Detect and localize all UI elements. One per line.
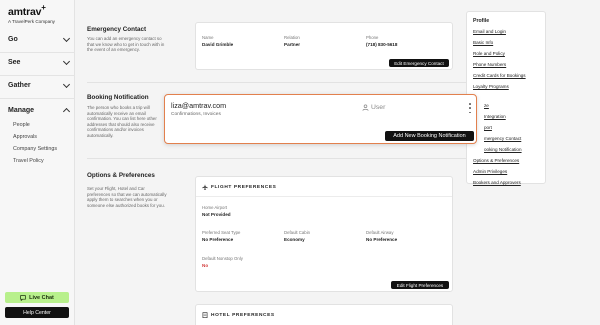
notification-role: User <box>362 104 385 111</box>
profile-nav-role-policy[interactable]: Role and Policy <box>473 51 505 56</box>
profile-nav-options-preferences[interactable]: Options & Preferences <box>473 158 519 163</box>
profile-nav-loyalty-programs[interactable]: Loyalty Programs <box>473 84 509 89</box>
logo-wordmark: amtrav <box>8 6 42 18</box>
nonstop-value: No <box>202 263 209 268</box>
logo-tagline: A TravelPerk Company <box>8 19 55 24</box>
sidebar-subitem-company-settings[interactable]: Company Settings <box>13 146 57 152</box>
emergency-contact-desc: You can add an emergency contact so that… <box>87 36 165 53</box>
sidebar-item-label: Go <box>8 36 18 43</box>
logo-plus: + <box>41 3 46 12</box>
hotel-icon <box>202 312 208 318</box>
seat-type-value: No Preference <box>202 237 234 242</box>
sidebar-item-gather[interactable]: Gather <box>0 73 75 99</box>
profile-nav-emergency-contact[interactable]: mergency Contact <box>484 136 521 141</box>
chevron-down-icon <box>62 34 71 42</box>
emergency-contact-title: Emergency Contact <box>87 26 147 33</box>
section-divider <box>87 82 467 83</box>
profile-nav-passports[interactable]: ze <box>484 103 489 108</box>
profile-nav-bookers-approvers[interactable]: Bookers and Approvers <box>473 180 521 185</box>
sidebar: amtrav+ A TravelPerk Company Go See Gath… <box>0 0 75 325</box>
add-booking-notification-button[interactable]: Add New Booking Notification <box>385 131 474 141</box>
role-label: User <box>371 104 386 111</box>
card-divider <box>196 196 452 197</box>
name-value: David Grimble <box>202 42 234 47</box>
booking-notification-title: Booking Notification <box>87 94 149 101</box>
emergency-contact-card: Name David Grimble Relation Partner Phon… <box>195 22 453 70</box>
phone-label: Phone <box>366 35 379 40</box>
sidebar-subitem-people[interactable]: People <box>13 122 30 128</box>
options-preferences-title: Options & Preferences <box>87 172 155 179</box>
seat-type-label: Preferred Seat Type <box>202 230 241 235</box>
amtrav-logo[interactable]: amtrav+ A TravelPerk Company <box>8 3 55 24</box>
profile-nav-credit-cards[interactable]: Credit Cards for Bookings <box>473 73 526 78</box>
sidebar-item-label: See <box>8 59 21 66</box>
help-center-button[interactable]: Help Center <box>5 307 69 318</box>
home-airport-value: Not Provided <box>202 212 231 217</box>
profile-nav-tsa[interactable]: port <box>484 125 492 130</box>
user-icon <box>362 104 369 111</box>
sidebar-item-manage[interactable]: Manage <box>0 97 75 123</box>
relation-label: Relation <box>284 35 300 40</box>
default-cabin-value: Economy <box>284 237 305 242</box>
booking-notification-card: liza@amtrav.com Confirmations, Invoices … <box>164 94 477 144</box>
profile-nav-basic-info[interactable]: Basic Info <box>473 40 493 45</box>
name-label: Name <box>202 35 214 40</box>
sidebar-item-label: Gather <box>8 82 31 89</box>
profile-main: Emergency Contact You can add an emergen… <box>76 0 467 325</box>
airplane-icon <box>202 184 208 190</box>
chevron-down-icon <box>62 80 71 88</box>
chevron-down-icon <box>62 57 71 65</box>
chat-icon <box>20 294 26 301</box>
live-chat-label: Live Chat <box>29 294 54 301</box>
sidebar-subitem-approvals[interactable]: Approvals <box>13 134 37 140</box>
home-airport-label: Home Airport <box>202 205 228 210</box>
profile-nav-booking-notification[interactable]: ooking Notification <box>484 147 522 152</box>
default-cabin-label: Default Cabin <box>284 230 311 235</box>
phone-value: (718) 830-5618 <box>366 42 398 47</box>
sidebar-subitem-travel-policy[interactable]: Travel Policy <box>13 158 44 164</box>
chevron-up-icon <box>62 107 71 115</box>
hotel-preferences-card: HOTEL PREFERENCES <box>195 304 453 325</box>
notification-types: Confirmations, Invoices <box>171 112 221 117</box>
sidebar-item-label: Manage <box>8 106 35 114</box>
flight-preferences-header: FLIGHT PREFERENCES <box>211 185 277 190</box>
nonstop-label: Default Nonstop Only <box>202 256 243 261</box>
more-options-icon[interactable] <box>468 103 472 113</box>
profile-nav-phone-numbers[interactable]: Phone Numbers <box>473 62 506 67</box>
profile-nav-known-traveler[interactable]: Integration <box>484 114 506 119</box>
edit-emergency-contact-button[interactable]: Edit Emergency Contact <box>389 59 449 67</box>
booking-notification-desc: The person who books a trip will automat… <box>87 105 157 138</box>
flight-preferences-card: FLIGHT PREFERENCES Home Airport Not Prov… <box>195 176 453 292</box>
options-preferences-desc: Set your Flight, Hotel and Car preferenc… <box>87 186 167 208</box>
profile-nav-title: Profile <box>473 18 490 24</box>
section-divider <box>87 158 467 159</box>
profile-nav-email-login[interactable]: Email and Login <box>473 29 506 34</box>
default-airway-label: Default Airway <box>366 230 394 235</box>
profile-section-nav: Profile Email and Login Basic Info Role … <box>466 11 546 185</box>
relation-value: Partner <box>284 42 301 47</box>
live-chat-button[interactable]: Live Chat <box>5 292 69 303</box>
notification-email: liza@amtrav.com <box>171 101 227 110</box>
edit-flight-preferences-button[interactable]: Edit Flight Preferences <box>391 281 449 289</box>
hotel-preferences-header: HOTEL PREFERENCES <box>211 313 275 318</box>
default-airway-value: No Preference <box>366 237 398 242</box>
profile-nav-admin-privileges[interactable]: Admin Privileges <box>473 169 507 174</box>
